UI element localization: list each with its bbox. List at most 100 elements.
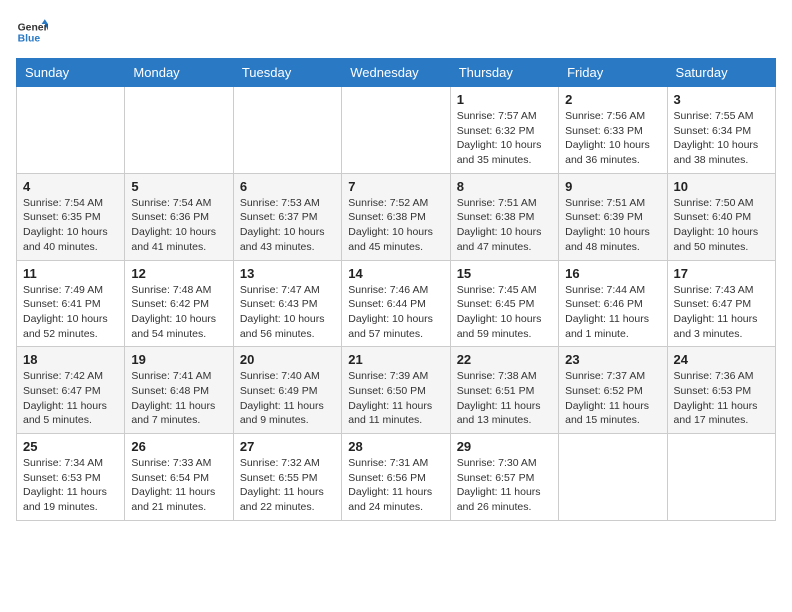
day-info: Sunrise: 7:51 AMSunset: 6:38 PMDaylight:… [457,196,552,255]
dow-header: Saturday [667,59,775,87]
calendar-cell: 2 Sunrise: 7:56 AMSunset: 6:33 PMDaylight… [559,87,667,174]
day-info: Sunrise: 7:44 AMSunset: 6:46 PMDaylight:… [565,283,660,342]
calendar-cell: 23 Sunrise: 7:37 AMSunset: 6:52 PMDayligh… [559,347,667,434]
day-info: Sunrise: 7:32 AMSunset: 6:55 PMDaylight:… [240,456,335,515]
dow-header: Wednesday [342,59,450,87]
day-info: Sunrise: 7:36 AMSunset: 6:53 PMDaylight:… [674,369,769,428]
calendar-cell: 27Sunrise: 7:32 AMSunset: 6:55 PMDayligh… [233,434,341,521]
calendar-cell: 14 Sunrise: 7:46 AMSunset: 6:44 PMDayligh… [342,260,450,347]
calendar-cell: 22 Sunrise: 7:38 AMSunset: 6:51 PMDayligh… [450,347,558,434]
calendar-cell: 26 Sunrise: 7:33 AMSunset: 6:54 PMDayligh… [125,434,233,521]
logo: General Blue [16,16,48,48]
day-info: Sunrise: 7:43 AMSunset: 6:47 PMDaylight:… [674,283,769,342]
calendar-cell: 18 Sunrise: 7:42 AMSunset: 6:47 PMDayligh… [17,347,125,434]
day-number: 3 [674,92,769,107]
day-info: Sunrise: 7:46 AMSunset: 6:44 PMDaylight:… [348,283,443,342]
calendar-week-row: 25 Sunrise: 7:34 AMSunset: 6:53 PMDayligh… [17,434,776,521]
calendar-cell: 29Sunrise: 7:30 AMSunset: 6:57 PMDayligh… [450,434,558,521]
day-info: Sunrise: 7:55 AMSunset: 6:34 PMDaylight:… [674,109,769,168]
day-number: 6 [240,179,335,194]
calendar-cell: 11 Sunrise: 7:49 AMSunset: 6:41 PMDayligh… [17,260,125,347]
day-info: Sunrise: 7:53 AMSunset: 6:37 PMDaylight:… [240,196,335,255]
day-number: 21 [348,352,443,367]
calendar-cell: 21 Sunrise: 7:39 AMSunset: 6:50 PMDayligh… [342,347,450,434]
calendar-week-row: 4 Sunrise: 7:54 AMSunset: 6:35 PMDaylight… [17,173,776,260]
day-number: 9 [565,179,660,194]
day-number: 10 [674,179,769,194]
day-info: Sunrise: 7:56 AMSunset: 6:33 PMDaylight:… [565,109,660,168]
day-info: Sunrise: 7:45 AMSunset: 6:45 PMDaylight:… [457,283,552,342]
day-info: Sunrise: 7:52 AMSunset: 6:38 PMDaylight:… [348,196,443,255]
dow-header: Thursday [450,59,558,87]
calendar-cell: 9Sunrise: 7:51 AMSunset: 6:39 PMDaylight… [559,173,667,260]
calendar-cell [342,87,450,174]
day-number: 12 [131,266,226,281]
calendar-cell [559,434,667,521]
day-number: 16 [565,266,660,281]
calendar-cell: 20 Sunrise: 7:40 AMSunset: 6:49 PMDayligh… [233,347,341,434]
day-number: 26 [131,439,226,454]
day-number: 2 [565,92,660,107]
calendar-week-row: 18 Sunrise: 7:42 AMSunset: 6:47 PMDayligh… [17,347,776,434]
dow-header: Monday [125,59,233,87]
calendar-week-row: 11 Sunrise: 7:49 AMSunset: 6:41 PMDayligh… [17,260,776,347]
day-number: 14 [348,266,443,281]
calendar-cell: 28 Sunrise: 7:31 AMSunset: 6:56 PMDayligh… [342,434,450,521]
day-info: Sunrise: 7:57 AMSunset: 6:32 PMDaylight:… [457,109,552,168]
calendar-cell: 12 Sunrise: 7:48 AMSunset: 6:42 PMDayligh… [125,260,233,347]
calendar-cell: 17Sunrise: 7:43 AMSunset: 6:47 PMDayligh… [667,260,775,347]
dow-header: Sunday [17,59,125,87]
calendar-cell: 15 Sunrise: 7:45 AMSunset: 6:45 PMDayligh… [450,260,558,347]
calendar: SundayMondayTuesdayWednesdayThursdayFrid… [16,58,776,521]
calendar-cell [667,434,775,521]
day-info: Sunrise: 7:54 AMSunset: 6:35 PMDaylight:… [23,196,118,255]
day-info: Sunrise: 7:37 AMSunset: 6:52 PMDaylight:… [565,369,660,428]
svg-text:General: General [18,22,48,33]
day-info: Sunrise: 7:34 AMSunset: 6:53 PMDaylight:… [23,456,118,515]
day-info: Sunrise: 7:41 AMSunset: 6:48 PMDaylight:… [131,369,226,428]
day-number: 18 [23,352,118,367]
day-number: 29 [457,439,552,454]
day-info: Sunrise: 7:40 AMSunset: 6:49 PMDaylight:… [240,369,335,428]
calendar-cell: 3 Sunrise: 7:55 AMSunset: 6:34 PMDaylight… [667,87,775,174]
calendar-cell: 24Sunrise: 7:36 AMSunset: 6:53 PMDayligh… [667,347,775,434]
calendar-cell: 7 Sunrise: 7:52 AMSunset: 6:38 PMDaylight… [342,173,450,260]
day-number: 11 [23,266,118,281]
calendar-cell: 5Sunrise: 7:54 AMSunset: 6:36 PMDaylight… [125,173,233,260]
calendar-week-row: 1Sunrise: 7:57 AMSunset: 6:32 PMDaylight… [17,87,776,174]
day-info: Sunrise: 7:42 AMSunset: 6:47 PMDaylight:… [23,369,118,428]
day-info: Sunrise: 7:38 AMSunset: 6:51 PMDaylight:… [457,369,552,428]
day-number: 5 [131,179,226,194]
day-number: 8 [457,179,552,194]
day-number: 4 [23,179,118,194]
logo-icon: General Blue [16,16,48,48]
day-number: 13 [240,266,335,281]
day-info: Sunrise: 7:48 AMSunset: 6:42 PMDaylight:… [131,283,226,342]
day-number: 28 [348,439,443,454]
calendar-cell: 1Sunrise: 7:57 AMSunset: 6:32 PMDaylight… [450,87,558,174]
day-info: Sunrise: 7:47 AMSunset: 6:43 PMDaylight:… [240,283,335,342]
day-info: Sunrise: 7:49 AMSunset: 6:41 PMDaylight:… [23,283,118,342]
day-number: 19 [131,352,226,367]
day-number: 20 [240,352,335,367]
calendar-cell [17,87,125,174]
day-info: Sunrise: 7:33 AMSunset: 6:54 PMDaylight:… [131,456,226,515]
calendar-cell: 10 Sunrise: 7:50 AMSunset: 6:40 PMDayligh… [667,173,775,260]
day-number: 25 [23,439,118,454]
day-info: Sunrise: 7:50 AMSunset: 6:40 PMDaylight:… [674,196,769,255]
calendar-cell: 16 Sunrise: 7:44 AMSunset: 6:46 PMDayligh… [559,260,667,347]
day-number: 22 [457,352,552,367]
day-number: 15 [457,266,552,281]
header: General Blue [16,16,776,48]
day-number: 23 [565,352,660,367]
calendar-body: 1Sunrise: 7:57 AMSunset: 6:32 PMDaylight… [17,87,776,521]
calendar-cell: 19 Sunrise: 7:41 AMSunset: 6:48 PMDayligh… [125,347,233,434]
day-info: Sunrise: 7:39 AMSunset: 6:50 PMDaylight:… [348,369,443,428]
calendar-cell: 8 Sunrise: 7:51 AMSunset: 6:38 PMDaylight… [450,173,558,260]
calendar-cell: 6 Sunrise: 7:53 AMSunset: 6:37 PMDaylight… [233,173,341,260]
calendar-cell [233,87,341,174]
day-number: 7 [348,179,443,194]
calendar-cell: 25 Sunrise: 7:34 AMSunset: 6:53 PMDayligh… [17,434,125,521]
calendar-cell: 13 Sunrise: 7:47 AMSunset: 6:43 PMDayligh… [233,260,341,347]
day-info: Sunrise: 7:31 AMSunset: 6:56 PMDaylight:… [348,456,443,515]
